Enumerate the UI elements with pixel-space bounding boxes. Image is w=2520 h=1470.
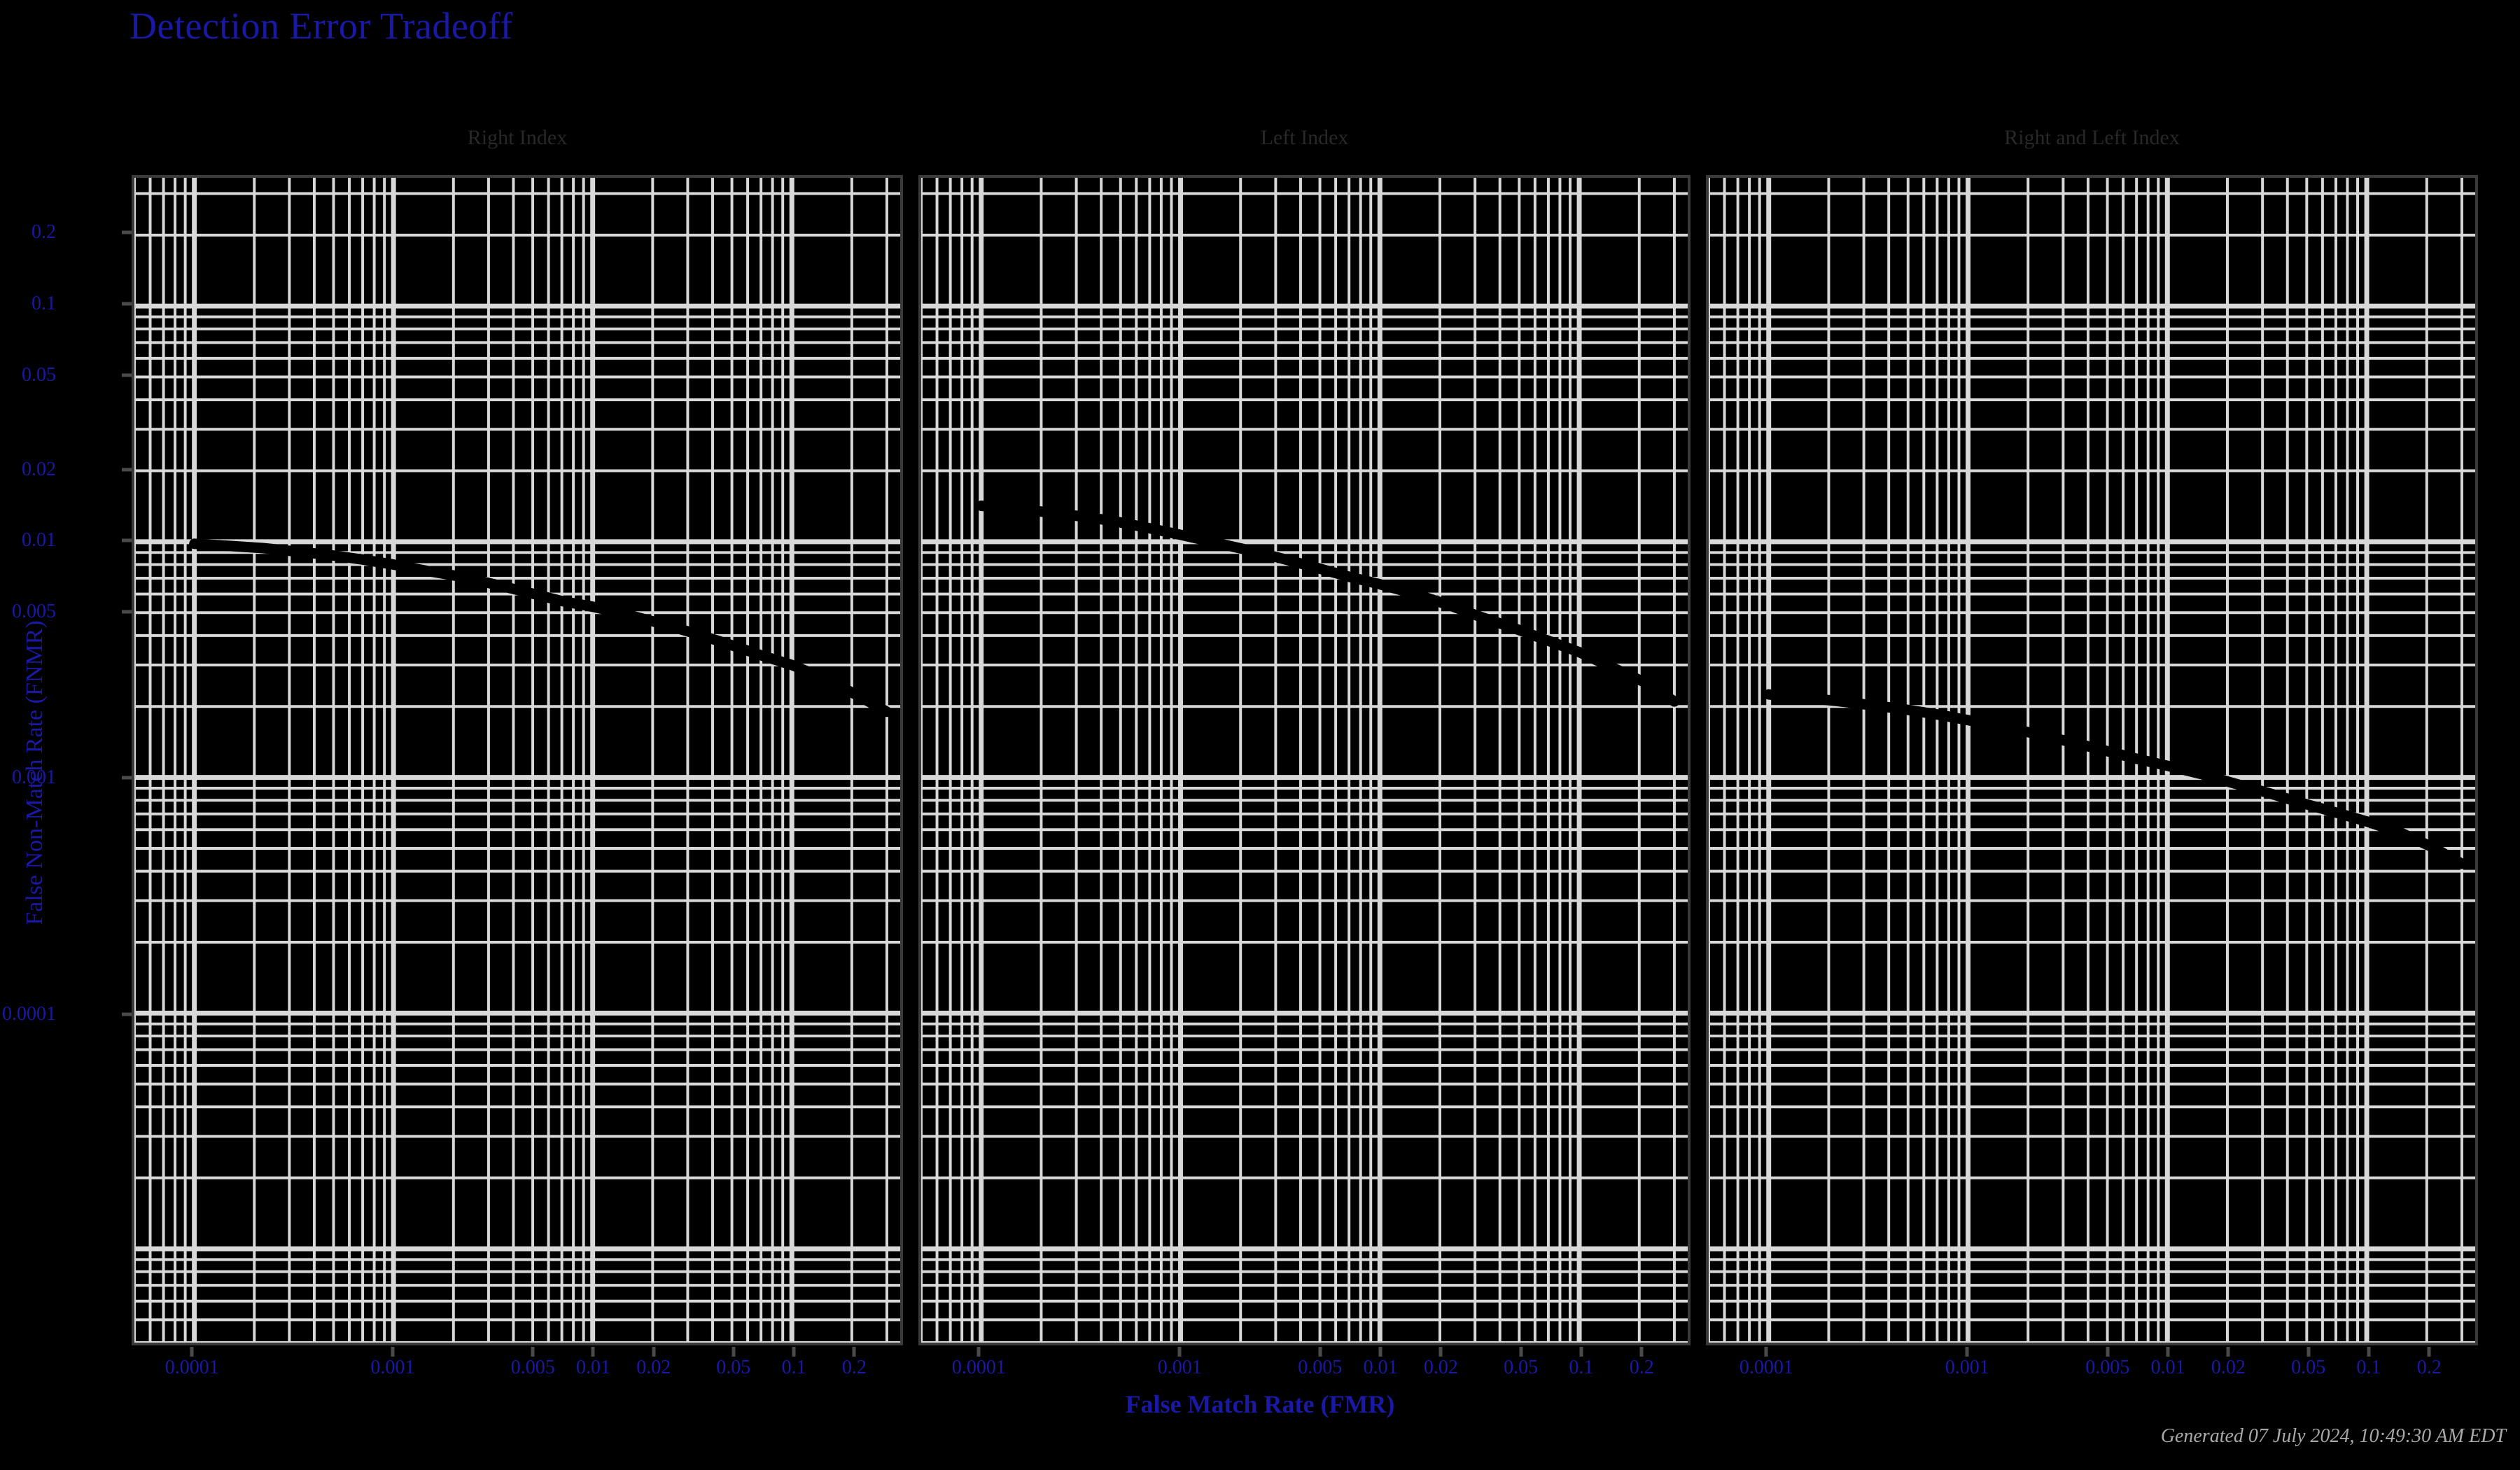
x-tick-mark (1639, 1347, 1644, 1357)
y-tick-label: 0.005 (12, 601, 56, 623)
y-tick-mark (122, 373, 132, 377)
x-tick-label: 0.1 (781, 1357, 806, 1378)
plot-area-1 (918, 175, 1690, 1345)
x-tick-label: 0.001 (1945, 1357, 1989, 1378)
plot-area-0 (132, 175, 903, 1345)
y-tick-mark (122, 302, 132, 306)
x-tick-label: 0.2 (2416, 1357, 2442, 1378)
x-tick-label: 0.0001 (951, 1357, 1006, 1378)
der-panel-0 (132, 175, 903, 1345)
x-tick-label: 0.02 (636, 1357, 671, 1378)
x-tick-mark (792, 1347, 796, 1357)
x-tick-mark (1378, 1347, 1382, 1357)
x-tick-mark (2166, 1347, 2170, 1357)
x-tick-mark (732, 1347, 736, 1357)
x-tick-label: 0.05 (2291, 1357, 2326, 1378)
x-tick-mark (2427, 1347, 2431, 1357)
x-tick-mark (531, 1347, 535, 1357)
panel-title-0: Right Index (467, 126, 568, 149)
x-tick-label: 0.05 (716, 1357, 751, 1378)
y-tick-label: 0.05 (22, 363, 56, 386)
der-panel-1 (918, 175, 1690, 1345)
x-tick-label: 0.01 (2150, 1357, 2185, 1378)
der-chart-root: Detection Error Tradeoff False Non-Match… (0, 0, 2520, 1470)
x-tick-mark (2306, 1347, 2311, 1357)
generated-timestamp: Generated 07 July 2024, 10:49:30 AM EDT (2160, 1425, 2506, 1447)
x-tick-label: 0.001 (370, 1357, 415, 1378)
y-tick-mark (122, 230, 132, 234)
y-tick-label: 0.2 (31, 221, 56, 244)
y-tick-mark (122, 468, 132, 472)
plot-area-2 (1706, 175, 2478, 1345)
x-tick-mark (391, 1347, 395, 1357)
x-tick-mark (852, 1347, 856, 1357)
y-tick-label: 0.001 (12, 766, 56, 788)
y-tick-mark (122, 538, 132, 542)
der-panel-2 (1706, 175, 2478, 1345)
x-tick-label: 0.005 (510, 1357, 555, 1378)
x-tick-mark (2367, 1347, 2371, 1357)
x-tick-label: 0.01 (1363, 1357, 1398, 1378)
y-tick-label: 0.01 (22, 529, 56, 552)
panel-title-2: Right and Left Index (2004, 126, 2180, 149)
x-tick-label: 0.02 (1423, 1357, 1458, 1378)
x-tick-label: 0.0001 (1739, 1357, 1793, 1378)
x-tick-mark (2226, 1347, 2230, 1357)
x-tick-mark (652, 1347, 656, 1357)
x-tick-mark (1519, 1347, 1523, 1357)
x-tick-label: 0.001 (1157, 1357, 1202, 1378)
y-tick-mark (122, 1012, 132, 1016)
x-tick-mark (1579, 1347, 1583, 1357)
y-tick-label: 0.02 (22, 458, 56, 480)
x-tick-label: 0.02 (2211, 1357, 2246, 1378)
y-tick-mark (122, 776, 132, 780)
x-tick-label: 0.05 (1504, 1357, 1539, 1378)
panel-title-1: Left Index (1260, 126, 1349, 149)
page-title: Detection Error Tradeoff (130, 5, 513, 47)
x-tick-mark (1965, 1347, 1969, 1357)
y-tick-label: 0.0001 (2, 1003, 56, 1026)
x-axis-label: False Match Rate (FMR) (1125, 1390, 1395, 1418)
x-tick-label: 0.005 (2085, 1357, 2130, 1378)
x-tick-mark (2106, 1347, 2110, 1357)
x-tick-mark (591, 1347, 595, 1357)
x-tick-mark (976, 1347, 981, 1357)
x-tick-mark (1177, 1347, 1182, 1357)
x-tick-label: 0.2 (841, 1357, 867, 1378)
x-tick-label: 0.005 (1298, 1357, 1343, 1378)
x-tick-mark (1764, 1347, 1768, 1357)
x-tick-label: 0.01 (575, 1357, 610, 1378)
y-tick-label: 0.1 (31, 293, 56, 315)
y-tick-mark (122, 610, 132, 614)
x-tick-label: 0.1 (2356, 1357, 2381, 1378)
x-tick-mark (1438, 1347, 1443, 1357)
x-tick-mark (190, 1347, 194, 1357)
x-tick-mark (1318, 1347, 1322, 1357)
x-tick-label: 0.2 (1629, 1357, 1654, 1378)
x-tick-label: 0.0001 (164, 1357, 219, 1378)
x-tick-label: 0.1 (1569, 1357, 1594, 1378)
